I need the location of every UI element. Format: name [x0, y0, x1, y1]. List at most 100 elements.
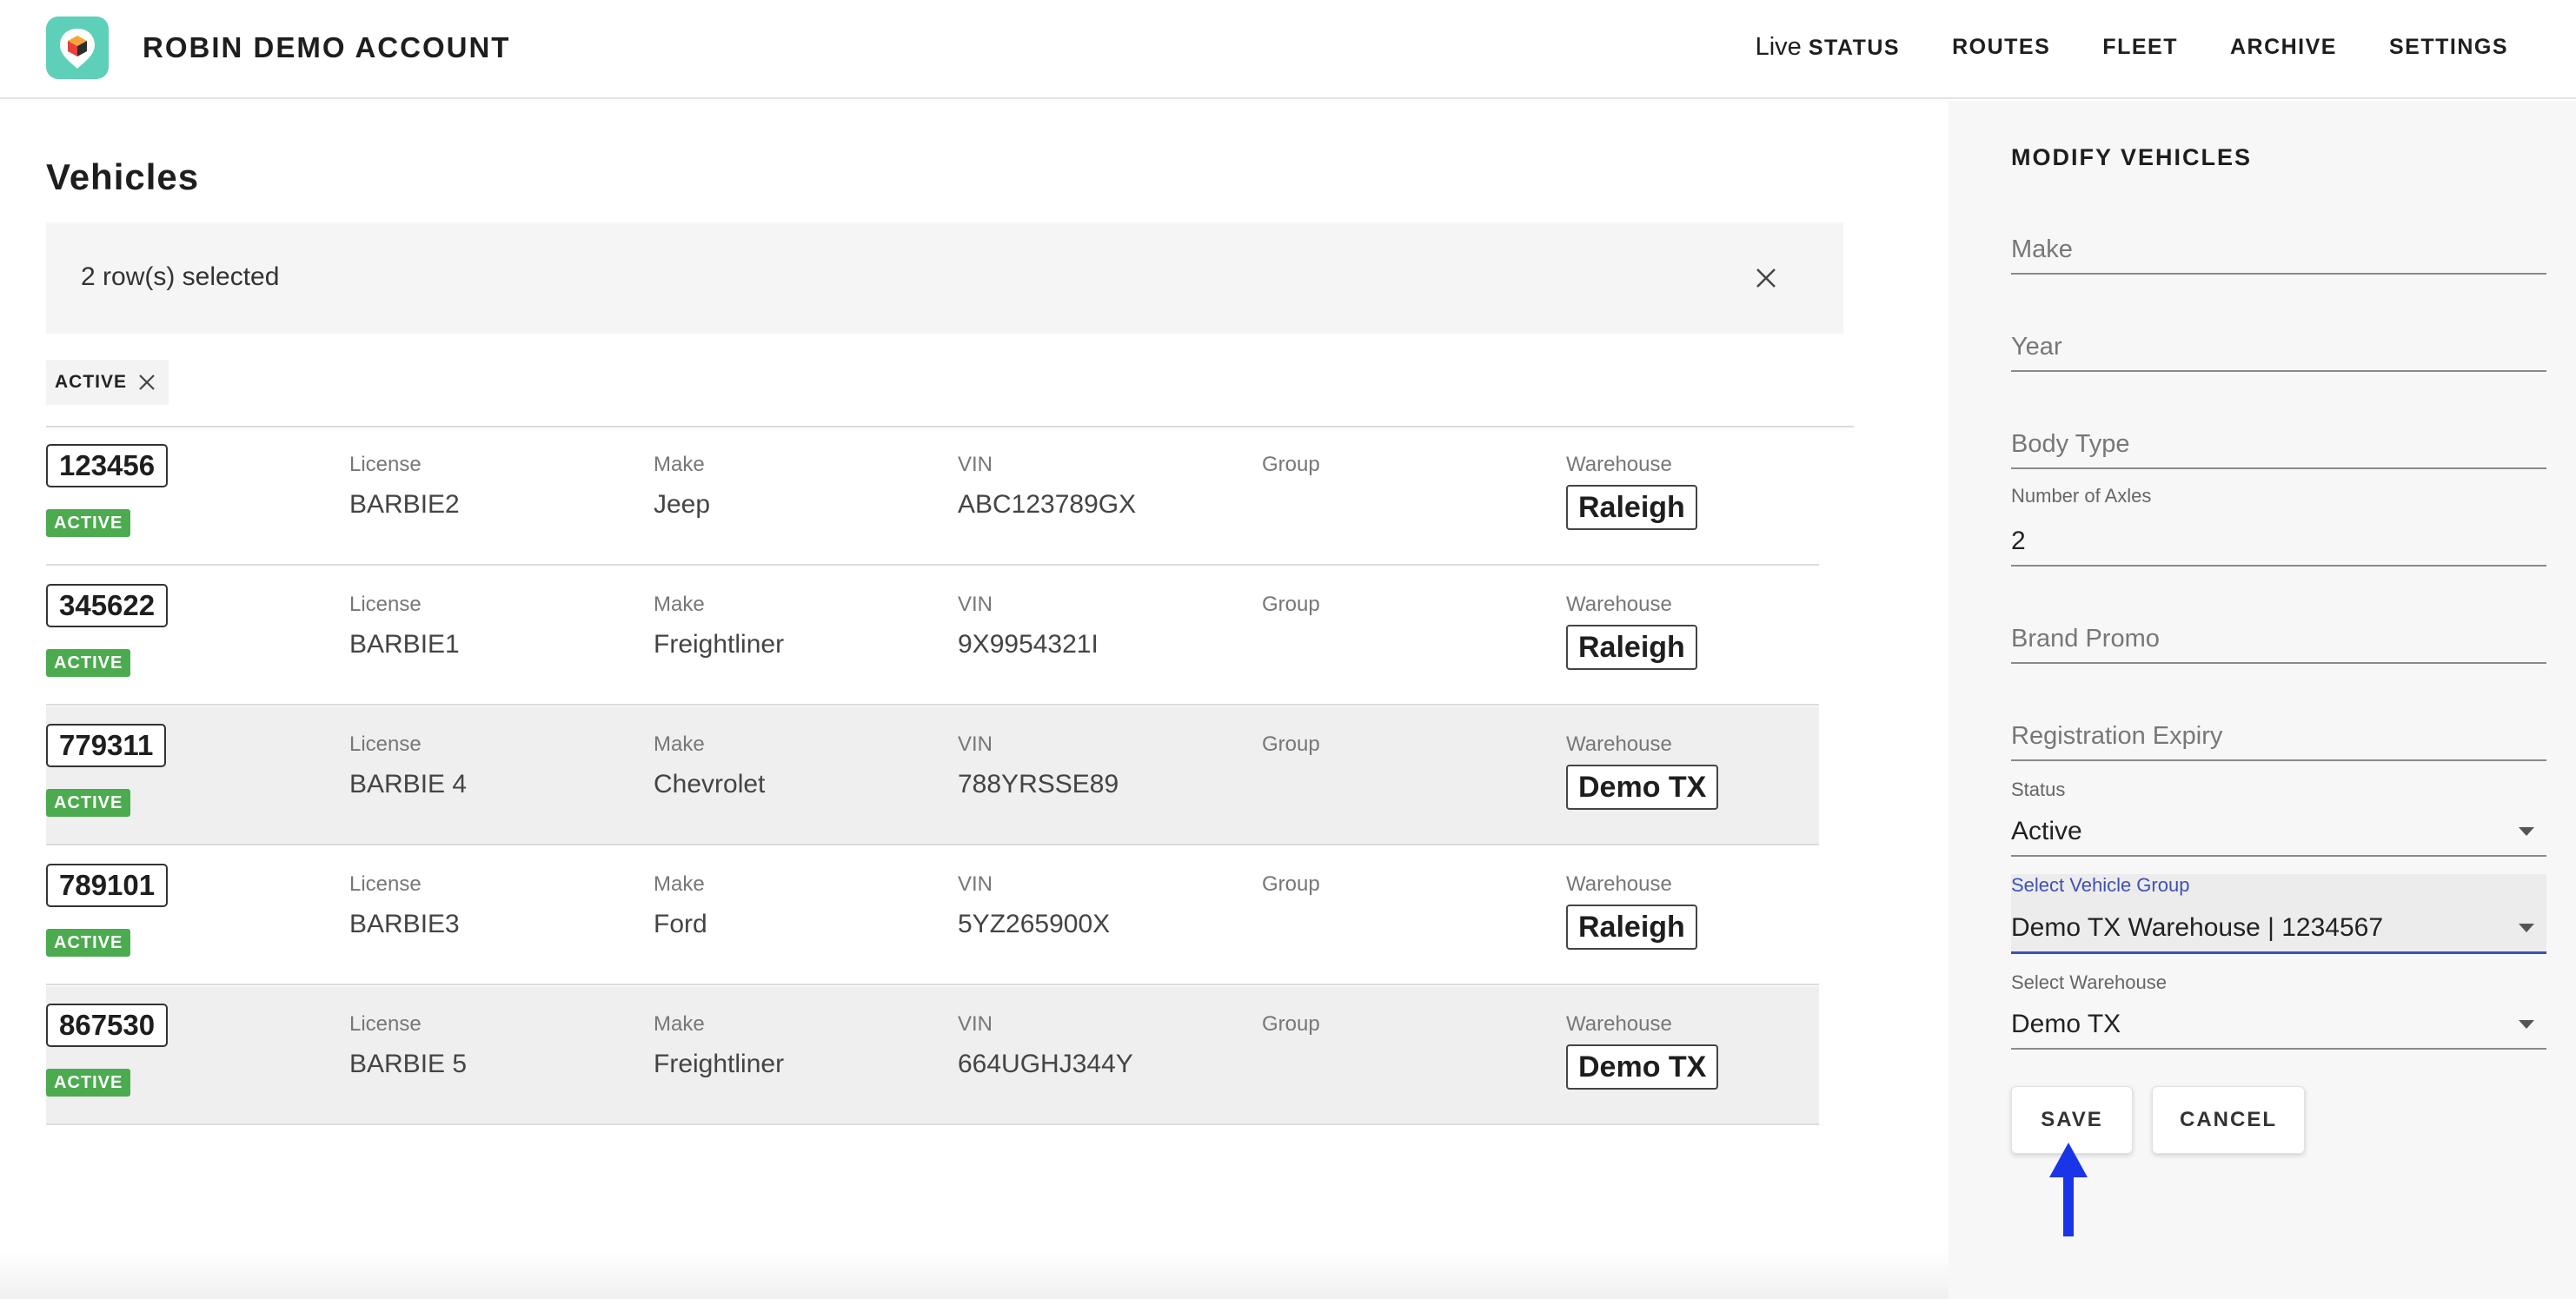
registration-expiry-field[interactable]: Registration Expiry: [2011, 700, 2546, 761]
make-placeholder: Make: [2011, 235, 2073, 263]
warehouse-badge: Raleigh: [1566, 905, 1697, 950]
make-value: Freightliner: [654, 1050, 785, 1078]
make-value: Freightliner: [654, 630, 785, 659]
make-label: Make: [654, 1012, 705, 1036]
group-label: Group: [1262, 1012, 1320, 1036]
warehouse-badge: Raleigh: [1566, 625, 1697, 670]
status-badge: ACTIVE: [46, 789, 131, 817]
account-name: ROBIN DEMO ACCOUNT: [143, 31, 511, 63]
body-type-placeholder: Body Type: [2011, 430, 2130, 458]
vehicle-id-badge: 867530: [46, 1004, 169, 1047]
table-row[interactable]: 779311 ACTIVE License BARBIE 4 Make Chev…: [46, 706, 1819, 845]
brand-promo-field[interactable]: Brand Promo: [2011, 603, 2546, 664]
make-value: Jeep: [654, 490, 711, 519]
warehouse-select-label: Select Warehouse: [2011, 971, 2167, 993]
license-value: BARBIE3: [349, 910, 460, 938]
status-select[interactable]: Status Active: [2011, 779, 2546, 857]
vehicle-id-badge: 789101: [46, 864, 169, 907]
warehouse-label: Warehouse: [1566, 593, 1672, 616]
close-icon[interactable]: [1753, 265, 1779, 291]
license-label: License: [349, 453, 422, 476]
axles-label: Number of Axles: [2011, 485, 2152, 507]
nav-fleet[interactable]: FLEET: [2102, 35, 2178, 60]
vehicle-group-label: Select Vehicle Group: [2011, 874, 2190, 896]
make-field[interactable]: Make: [2011, 214, 2546, 275]
warehouse-label: Warehouse: [1566, 872, 1672, 896]
warehouse-badge: Demo TX: [1566, 765, 1719, 810]
dropdown-caret-icon: [2519, 1020, 2534, 1029]
vin-value: 788YRSSE89: [958, 770, 1119, 799]
make-value: Ford: [654, 910, 707, 938]
bottom-shadow: [0, 1251, 1949, 1299]
license-label: License: [349, 593, 422, 616]
status-label: Status: [2011, 779, 2066, 800]
status-badge: ACTIVE: [46, 929, 131, 957]
license-value: BARBIE 4: [349, 770, 468, 799]
vin-value: 9X9954321I: [958, 630, 1099, 659]
make-label: Make: [654, 453, 705, 476]
vehicle-group-select[interactable]: Select Vehicle Group Demo TX Warehouse |…: [2011, 874, 2546, 954]
dropdown-caret-icon: [2519, 827, 2534, 836]
warehouse-select[interactable]: Select Warehouse Demo TX: [2011, 971, 2546, 1050]
filter-chip-active[interactable]: ACTIVE: [46, 360, 169, 405]
warehouse-label: Warehouse: [1566, 453, 1672, 476]
make-label: Make: [654, 593, 705, 616]
vehicle-id-badge: 345622: [46, 584, 169, 627]
panel-title: MODIFY VEHICLES: [2011, 144, 2253, 170]
status-badge: ACTIVE: [46, 649, 131, 677]
vin-label: VIN: [958, 453, 993, 476]
page-title: Vehicles: [46, 156, 200, 197]
cancel-button[interactable]: CANCEL: [2152, 1086, 2305, 1154]
filter-chip-label: ACTIVE: [55, 372, 128, 392]
nav-settings[interactable]: SETTINGS: [2389, 35, 2508, 60]
license-label: License: [349, 1012, 422, 1036]
table-row[interactable]: 867530 ACTIVE License BARBIE 5 Make Frei…: [46, 986, 1819, 1125]
table-row[interactable]: 789101 ACTIVE License BARBIE3 Make Ford …: [46, 846, 1819, 985]
vin-value: ABC123789GX: [958, 490, 1137, 519]
table-row[interactable]: 345622 ACTIVE License BARBIE1 Make Freig…: [46, 567, 1819, 706]
year-placeholder: Year: [2011, 333, 2062, 361]
chip-close-icon[interactable]: [137, 373, 156, 392]
license-label: License: [349, 872, 422, 896]
registration-expiry-placeholder: Registration Expiry: [2011, 722, 2223, 750]
number-of-axles-field[interactable]: Number of Axles 2: [2011, 485, 2546, 567]
nav-live-prefix: Live: [1755, 33, 1802, 61]
nav-status-label: STATUS: [1808, 36, 1901, 60]
vin-value: 664UGHJ344Y: [958, 1050, 1133, 1078]
selection-bar: 2 row(s) selected: [46, 222, 1843, 334]
license-value: BARBIE1: [349, 630, 460, 659]
license-label: License: [349, 732, 422, 756]
license-value: BARBIE 5: [349, 1050, 468, 1078]
make-label: Make: [654, 732, 705, 756]
warehouse-label: Warehouse: [1566, 1012, 1672, 1036]
pointer-arrow-icon: [2049, 1143, 2088, 1236]
group-label: Group: [1262, 453, 1320, 476]
modify-vehicles-panel: MODIFY VEHICLES Make Year Body Type Numb…: [1949, 101, 2576, 1299]
warehouse-badge: Demo TX: [1566, 1044, 1719, 1090]
app-logo-icon[interactable]: [46, 17, 109, 79]
dropdown-caret-icon: [2519, 924, 2534, 932]
year-field[interactable]: Year: [2011, 311, 2546, 372]
make-label: Make: [654, 872, 705, 896]
vehicle-group-value: Demo TX Warehouse | 1234567: [2011, 913, 2384, 942]
table-row[interactable]: 123456 ACTIVE License BARBIE2 Make Jeep …: [46, 427, 1819, 566]
selection-count: 2 row(s) selected: [81, 262, 280, 291]
top-bar: ROBIN DEMO ACCOUNT Live STATUS ROUTES FLE…: [0, 0, 2576, 99]
license-value: BARBIE2: [349, 490, 460, 519]
nav-archive[interactable]: ARCHIVE: [2230, 35, 2337, 60]
warehouse-label: Warehouse: [1566, 732, 1672, 756]
nav-live-status[interactable]: Live STATUS: [1756, 33, 1901, 62]
body-type-field[interactable]: Body Type: [2011, 408, 2546, 469]
status-badge: ACTIVE: [46, 509, 131, 537]
group-label: Group: [1262, 732, 1320, 756]
axles-value: 2: [2011, 527, 2026, 555]
vin-label: VIN: [958, 732, 993, 756]
vin-label: VIN: [958, 872, 993, 896]
group-label: Group: [1262, 872, 1320, 896]
warehouse-badge: Raleigh: [1566, 485, 1697, 530]
status-value: Active: [2011, 817, 2082, 845]
nav-routes[interactable]: ROUTES: [1952, 35, 2050, 60]
warehouse-select-value: Demo TX: [2011, 1010, 2121, 1038]
vin-label: VIN: [958, 1012, 993, 1036]
vin-label: VIN: [958, 593, 993, 616]
